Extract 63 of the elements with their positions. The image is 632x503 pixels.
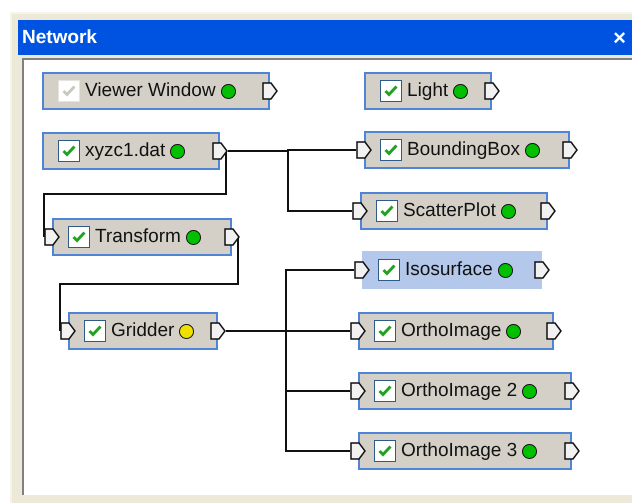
module-label: Light bbox=[407, 80, 448, 102]
module-label: OrthoImage 3 bbox=[401, 440, 518, 462]
module-label: OrthoImage 2 bbox=[401, 380, 518, 402]
checkbox[interactable] bbox=[376, 200, 398, 222]
output-port-icon[interactable] bbox=[224, 228, 240, 246]
output-port-icon[interactable] bbox=[562, 141, 578, 159]
module-node[interactable]: Transform bbox=[52, 218, 232, 256]
output-port-icon[interactable] bbox=[546, 322, 562, 340]
check-icon bbox=[62, 85, 76, 97]
module-node[interactable]: OrthoImage 3 bbox=[358, 432, 572, 470]
checkbox[interactable] bbox=[378, 259, 400, 281]
check-icon bbox=[380, 205, 394, 217]
check-icon bbox=[378, 445, 392, 457]
output-port-icon[interactable] bbox=[484, 82, 500, 100]
input-port-icon[interactable] bbox=[354, 261, 370, 279]
checkbox[interactable] bbox=[380, 139, 402, 161]
module-node[interactable]: BoundingBox bbox=[364, 131, 570, 169]
check-icon bbox=[378, 385, 392, 397]
window-title: Network bbox=[22, 26, 97, 48]
input-port-icon[interactable] bbox=[44, 228, 60, 246]
output-port-icon[interactable] bbox=[534, 261, 550, 279]
check-icon bbox=[62, 145, 76, 157]
module-node[interactable]: ScatterPlot bbox=[360, 192, 548, 230]
module-label: ScatterPlot bbox=[403, 200, 496, 222]
module-label: Viewer Window bbox=[85, 80, 216, 102]
output-port-icon[interactable] bbox=[210, 322, 226, 340]
module-node[interactable]: Light bbox=[364, 72, 492, 110]
close-button[interactable]: × bbox=[613, 24, 626, 50]
input-port-icon[interactable] bbox=[350, 322, 366, 340]
module-node[interactable]: Isosurface bbox=[362, 251, 542, 289]
module-node[interactable]: OrthoImage bbox=[358, 312, 554, 350]
output-port-icon[interactable] bbox=[564, 382, 580, 400]
check-icon bbox=[384, 144, 398, 156]
module-label: BoundingBox bbox=[407, 139, 520, 161]
checkbox[interactable] bbox=[68, 226, 90, 248]
module-node[interactable]: xyzc1.dat bbox=[42, 132, 220, 170]
check-icon bbox=[72, 231, 86, 243]
input-port-icon[interactable] bbox=[350, 382, 366, 400]
output-port-icon[interactable] bbox=[262, 82, 278, 100]
output-port-icon[interactable] bbox=[564, 442, 580, 460]
checkbox[interactable] bbox=[374, 320, 396, 342]
checkbox[interactable] bbox=[374, 440, 396, 462]
module-label: Transform bbox=[95, 226, 181, 248]
check-icon bbox=[384, 85, 398, 97]
output-port-icon[interactable] bbox=[212, 142, 228, 160]
module-node[interactable]: OrthoImage 2 bbox=[358, 372, 572, 410]
check-icon bbox=[382, 264, 396, 276]
checkbox[interactable] bbox=[58, 140, 80, 162]
input-port-icon[interactable] bbox=[352, 202, 368, 220]
module-label: Isosurface bbox=[405, 259, 493, 281]
checkbox[interactable] bbox=[380, 80, 402, 102]
input-port-icon[interactable] bbox=[60, 322, 76, 340]
module-label: OrthoImage bbox=[401, 320, 502, 342]
checkbox[interactable] bbox=[84, 320, 106, 342]
input-port-icon[interactable] bbox=[350, 442, 366, 460]
check-icon bbox=[88, 325, 102, 337]
output-port-icon[interactable] bbox=[540, 202, 556, 220]
module-node[interactable]: Gridder bbox=[68, 312, 218, 350]
check-icon bbox=[378, 325, 392, 337]
input-port-icon[interactable] bbox=[356, 141, 372, 159]
module-label: xyzc1.dat bbox=[85, 140, 166, 162]
checkbox[interactable] bbox=[374, 380, 396, 402]
module-label: Gridder bbox=[111, 320, 174, 342]
